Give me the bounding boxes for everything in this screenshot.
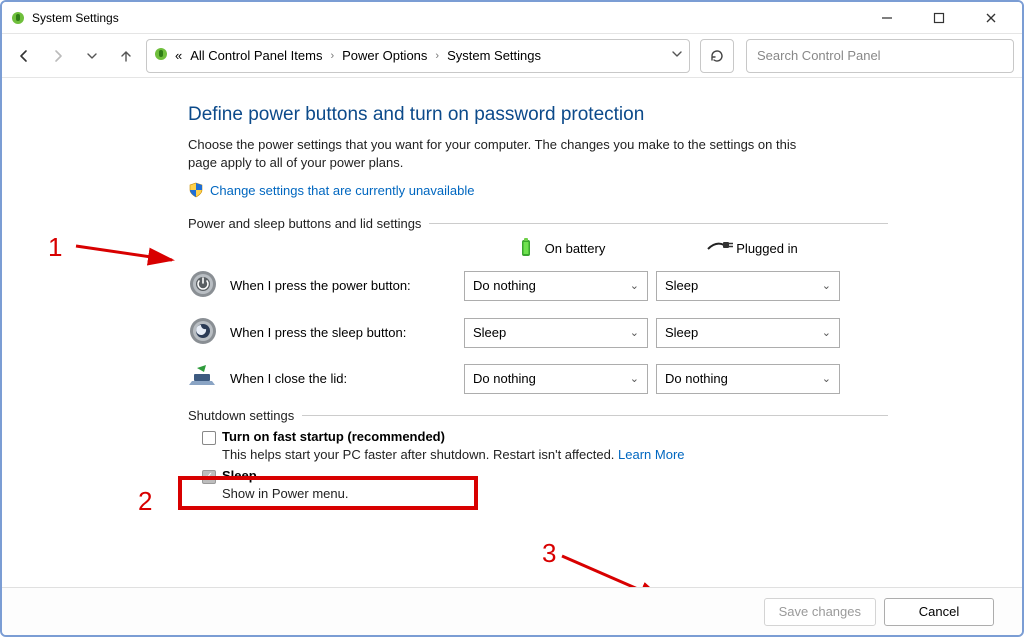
- sleep-button-label: When I press the sleep button:: [230, 325, 464, 340]
- column-plugged-label: Plugged in: [736, 241, 797, 256]
- up-button[interactable]: [112, 42, 140, 70]
- bottom-bar: Save changes Cancel: [2, 587, 1022, 635]
- power-button-row: When I press the power button: Do nothin…: [188, 269, 888, 302]
- toolbar: « All Control Panel Items › Power Option…: [2, 34, 1022, 78]
- change-settings-link[interactable]: Change settings that are currently unava…: [210, 183, 475, 198]
- address-bar[interactable]: « All Control Panel Items › Power Option…: [146, 39, 690, 73]
- annotation-number-3: 3: [542, 538, 556, 569]
- plug-icon: [706, 237, 728, 259]
- sleep-button-icon: [188, 316, 218, 349]
- power-options-icon: [153, 46, 169, 65]
- uac-shield-icon: [188, 182, 204, 198]
- title-bar: System Settings: [2, 2, 1022, 34]
- chevron-down-icon: ⌄: [822, 372, 831, 385]
- sleep-row: Sleep: [202, 468, 888, 484]
- sleep-help: Show in Power menu.: [222, 486, 888, 501]
- chevron-right-icon: ›: [433, 50, 441, 62]
- learn-more-link[interactable]: Learn More: [618, 447, 684, 462]
- minimize-button[interactable]: [870, 7, 904, 29]
- search-input[interactable]: [757, 48, 1003, 63]
- power-section-label: Power and sleep buttons and lid settings: [188, 216, 888, 231]
- sleep-checkbox[interactable]: [202, 470, 216, 484]
- breadcrumb-leading: «: [173, 44, 184, 67]
- chevron-down-icon: ⌄: [630, 372, 639, 385]
- fast-startup-label: Turn on fast startup (recommended): [222, 429, 445, 444]
- sleep-label: Sleep: [222, 468, 257, 483]
- column-headers: On battery Plugged in: [188, 237, 888, 259]
- power-button-label: When I press the power button:: [230, 278, 464, 293]
- breadcrumb-item[interactable]: All Control Panel Items: [188, 44, 324, 67]
- power-button-battery-dropdown[interactable]: Do nothing⌄: [464, 271, 648, 301]
- forward-button[interactable]: [44, 42, 72, 70]
- window-controls: [870, 7, 1014, 29]
- annotation-number-1: 1: [48, 232, 62, 263]
- back-button[interactable]: [10, 42, 38, 70]
- annotation-arrow-3: [558, 550, 678, 587]
- breadcrumb-item[interactable]: System Settings: [445, 44, 543, 67]
- breadcrumb-item[interactable]: Power Options: [340, 44, 429, 67]
- page-description: Choose the power settings that you want …: [188, 136, 828, 172]
- close-button[interactable]: [974, 7, 1008, 29]
- fast-startup-row: Turn on fast startup (recommended): [202, 429, 888, 445]
- chevron-right-icon: ›: [328, 50, 336, 62]
- battery-icon: [515, 237, 537, 259]
- refresh-button[interactable]: [700, 39, 734, 73]
- annotation-number-2: 2: [138, 486, 152, 517]
- chevron-down-icon: ⌄: [822, 279, 831, 292]
- chevron-down-icon: ⌄: [630, 279, 639, 292]
- column-battery-label: On battery: [545, 241, 606, 256]
- sleep-button-plugged-dropdown[interactable]: Sleep⌄: [656, 318, 840, 348]
- cancel-button[interactable]: Cancel: [884, 598, 994, 626]
- shutdown-section-label: Shutdown settings: [188, 408, 888, 423]
- sleep-button-row: When I press the sleep button: Sleep⌄ Sl…: [188, 316, 888, 349]
- recent-locations-button[interactable]: [78, 42, 106, 70]
- page-heading: Define power buttons and turn on passwor…: [188, 104, 888, 126]
- maximize-button[interactable]: [922, 7, 956, 29]
- fast-startup-help: This helps start your PC faster after sh…: [222, 447, 888, 462]
- save-changes-button[interactable]: Save changes: [764, 598, 876, 626]
- power-button-icon: [188, 269, 218, 302]
- app-icon: [10, 10, 26, 26]
- lid-row: When I close the lid: Do nothing⌄ Do not…: [188, 363, 888, 394]
- annotation-arrow-1: [72, 234, 182, 274]
- laptop-lid-icon: [188, 363, 220, 394]
- sleep-button-battery-dropdown[interactable]: Sleep⌄: [464, 318, 648, 348]
- fast-startup-checkbox[interactable]: [202, 431, 216, 445]
- search-box[interactable]: [746, 39, 1014, 73]
- lid-label: When I close the lid:: [230, 371, 464, 386]
- lid-plugged-dropdown[interactable]: Do nothing⌄: [656, 364, 840, 394]
- chevron-down-icon: ⌄: [630, 326, 639, 339]
- lid-battery-dropdown[interactable]: Do nothing⌄: [464, 364, 648, 394]
- power-button-plugged-dropdown[interactable]: Sleep⌄: [656, 271, 840, 301]
- system-settings-window: System Settings « All Control Panel Item…: [0, 0, 1024, 637]
- chevron-down-icon: ⌄: [822, 326, 831, 339]
- content-area: Define power buttons and turn on passwor…: [2, 78, 1022, 587]
- window-title: System Settings: [32, 11, 870, 25]
- address-dropdown-button[interactable]: [671, 48, 683, 63]
